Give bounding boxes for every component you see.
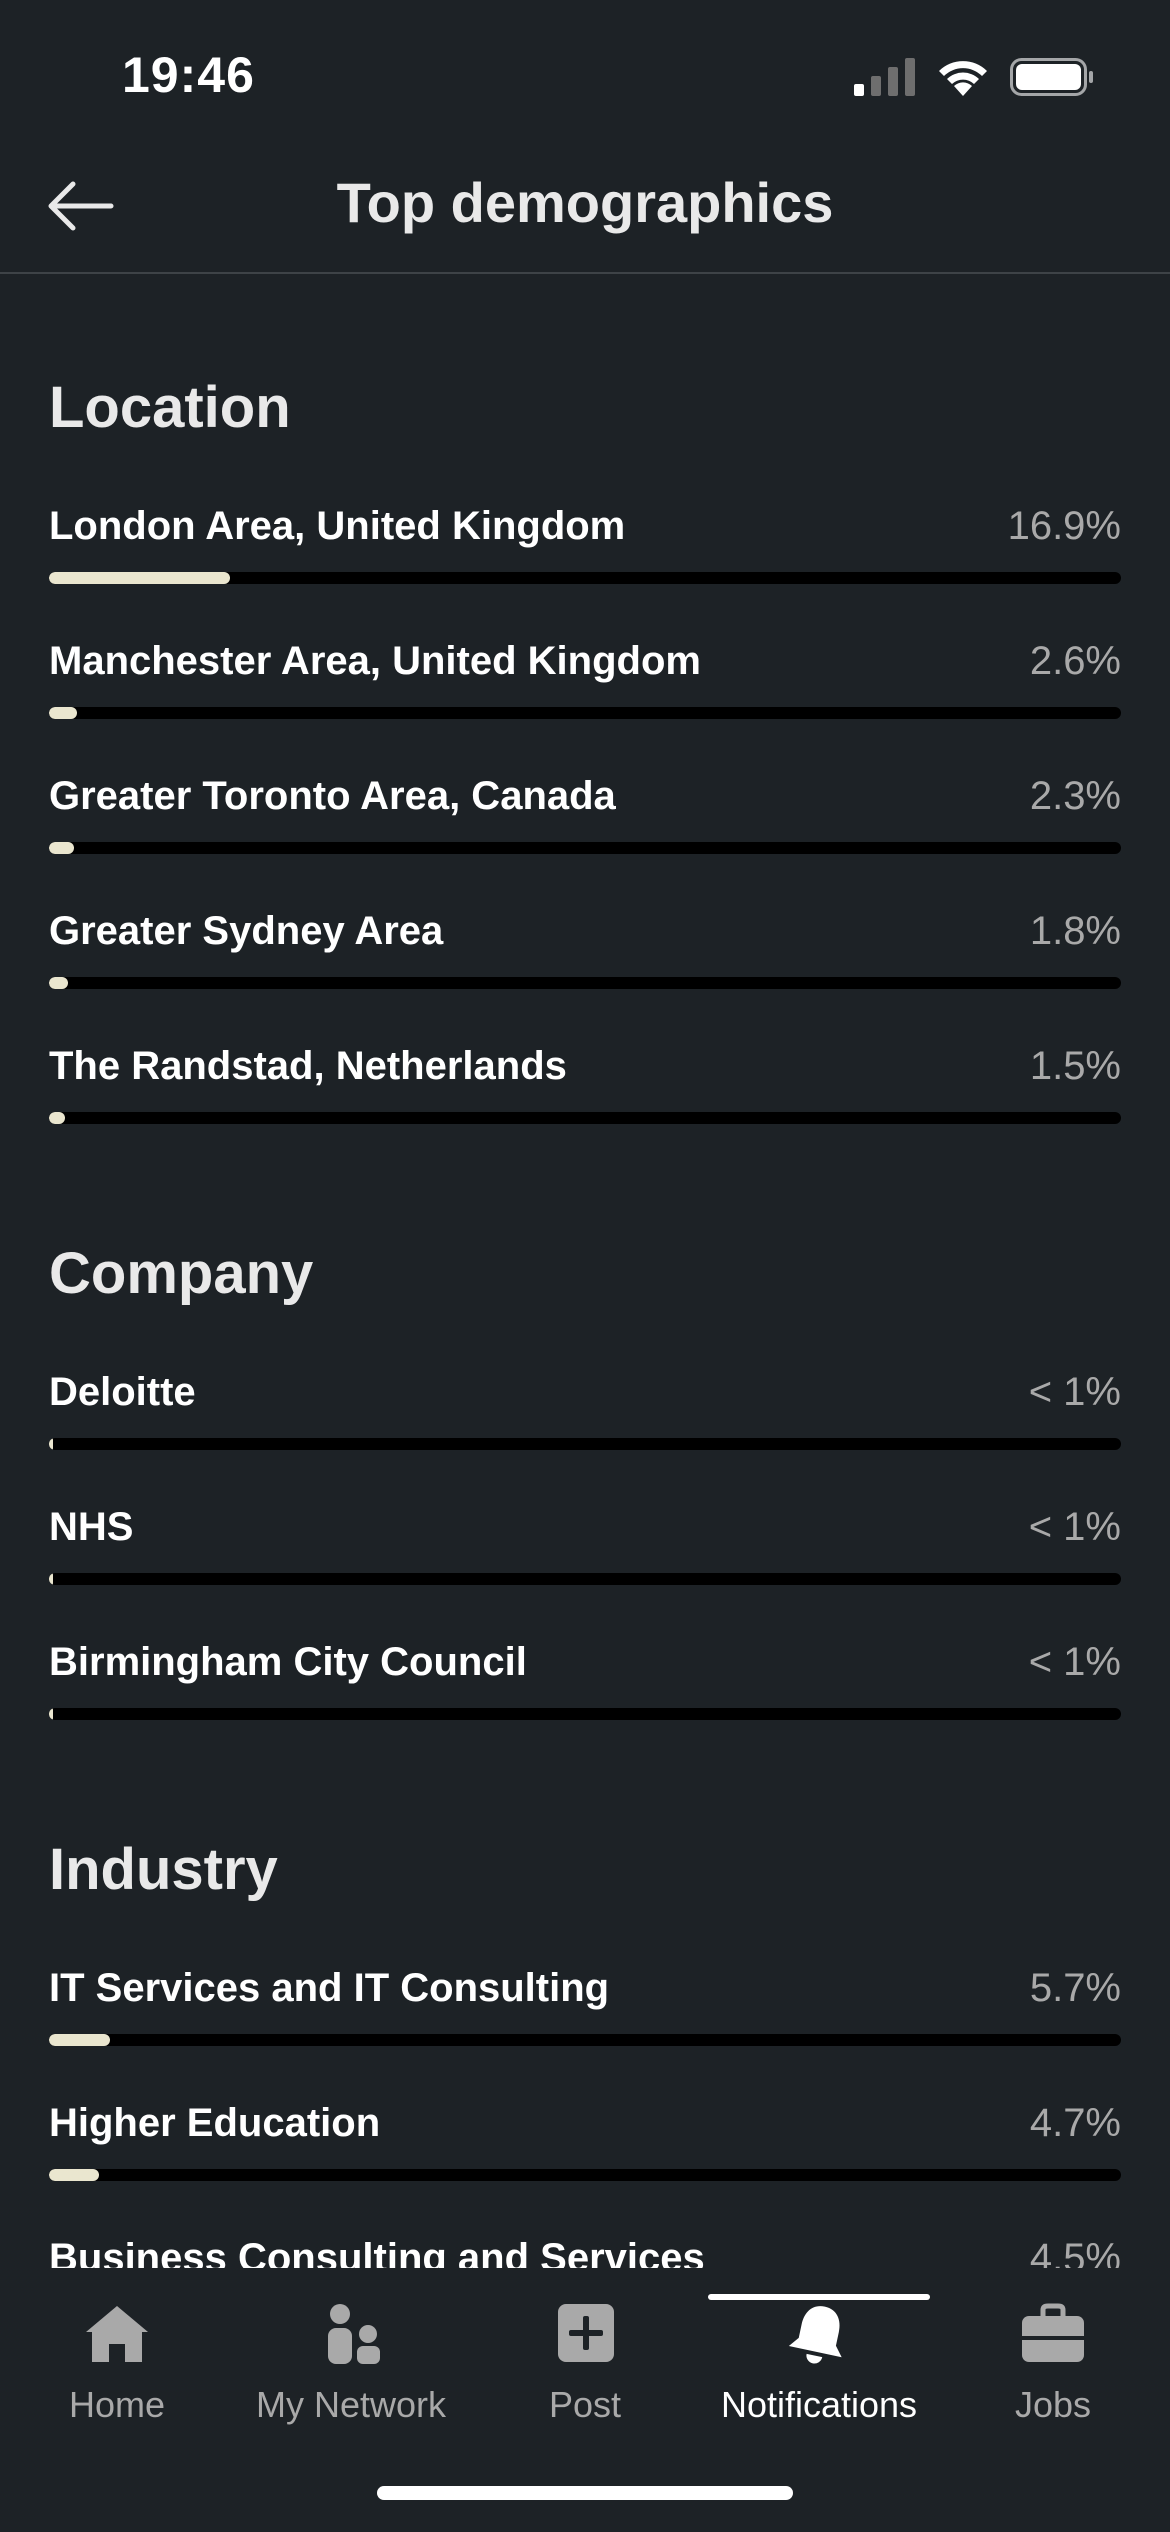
home-icon — [86, 2306, 148, 2362]
demographic-row: Greater Toronto Area, Canada 2.3% — [49, 774, 1121, 874]
progress-fill — [49, 707, 77, 719]
progress-fill — [49, 2169, 99, 2181]
progress-fill — [49, 572, 230, 584]
row-value: < 1% — [1028, 1640, 1121, 1684]
row-value: < 1% — [1028, 1370, 1121, 1414]
row-label: IT Services and IT Consulting — [49, 1966, 610, 2010]
home-indicator — [377, 2486, 793, 2500]
demographic-row: Higher Education 4.7% — [49, 2101, 1121, 2201]
row-label: Birmingham City Council — [49, 1640, 527, 1684]
bottom-tab-bar: Home My Network Post Notifications Jobs — [0, 2268, 1170, 2532]
navigation-header: Top demographics — [0, 150, 1170, 274]
row-label: Greater Sydney Area — [49, 909, 444, 953]
demographics-content[interactable]: Location London Area, United Kingdom 16.… — [0, 274, 1170, 2274]
progress-track — [49, 1708, 1121, 1720]
post-icon — [558, 2304, 614, 2362]
progress-fill — [49, 1438, 53, 1450]
row-label: Deloitte — [49, 1370, 196, 1414]
progress-track — [49, 2169, 1121, 2181]
progress-track — [49, 977, 1121, 989]
progress-track — [49, 1573, 1121, 1585]
progress-track — [49, 842, 1121, 854]
demographic-row: Greater Sydney Area 1.8% — [49, 909, 1121, 1009]
demographic-row: NHS < 1% — [49, 1505, 1121, 1605]
progress-fill — [49, 1708, 53, 1720]
demographic-row: IT Services and IT Consulting 5.7% — [49, 1966, 1121, 2066]
row-value: < 1% — [1028, 1505, 1121, 1549]
row-label: Greater Toronto Area, Canada — [49, 774, 616, 818]
tab-jobs[interactable]: Jobs — [936, 2268, 1170, 2428]
row-value: 5.7% — [1029, 1966, 1121, 2010]
demographic-row: Birmingham City Council < 1% — [49, 1640, 1121, 1740]
row-value: 1.8% — [1029, 909, 1121, 953]
progress-track — [49, 2034, 1121, 2046]
status-bar: 19:46 — [0, 0, 1170, 150]
progress-track — [49, 707, 1121, 719]
row-value: 2.3% — [1029, 774, 1121, 818]
row-value: 2.6% — [1029, 639, 1121, 683]
tab-my-network[interactable]: My Network — [234, 2268, 468, 2428]
tab-label: Post — [548, 2384, 622, 2425]
tab-label: Home — [68, 2384, 166, 2425]
row-label: Manchester Area, United Kingdom — [49, 639, 701, 683]
tab-post[interactable]: Post — [468, 2268, 702, 2428]
wifi-icon — [939, 61, 987, 96]
progress-fill — [49, 842, 74, 854]
progress-track — [49, 572, 1121, 584]
briefcase-icon — [1022, 2303, 1084, 2362]
section-heading-location: Location — [49, 375, 291, 440]
cellular-signal-icon — [854, 58, 915, 96]
section-heading-industry: Industry — [49, 1837, 278, 1902]
section-heading-company: Company — [49, 1241, 314, 1306]
row-label: The Randstad, Netherlands — [49, 1044, 567, 1088]
progress-fill — [49, 977, 68, 989]
status-time: 19:46 — [122, 47, 255, 103]
demographic-row: The Randstad, Netherlands 1.5% — [49, 1044, 1121, 1144]
progress-fill — [49, 1112, 65, 1124]
page-title: Top demographics — [336, 171, 834, 234]
row-label: NHS — [49, 1505, 134, 1549]
demographic-row: Deloitte < 1% — [49, 1370, 1121, 1470]
row-label: London Area, United Kingdom — [49, 504, 626, 548]
my-network-icon — [328, 2304, 380, 2364]
battery-icon — [1010, 58, 1093, 96]
progress-track — [49, 1112, 1121, 1124]
row-label: Higher Education — [49, 2101, 381, 2145]
bell-icon — [788, 2306, 842, 2364]
tab-label: Jobs — [1014, 2384, 1092, 2425]
tab-home[interactable]: Home — [0, 2268, 234, 2428]
row-value: 1.5% — [1029, 1044, 1121, 1088]
progress-track — [49, 1438, 1121, 1450]
progress-fill — [49, 1573, 53, 1585]
progress-fill — [49, 2034, 110, 2046]
demographic-row: Manchester Area, United Kingdom 2.6% — [49, 639, 1121, 739]
demographic-row: London Area, United Kingdom 16.9% — [49, 504, 1121, 604]
tab-label: My Network — [255, 2384, 447, 2425]
row-value: 16.9% — [1007, 504, 1121, 548]
tab-label: Notifications — [720, 2384, 918, 2425]
tab-notifications[interactable]: Notifications — [702, 2268, 936, 2428]
row-value: 4.7% — [1029, 2101, 1121, 2145]
